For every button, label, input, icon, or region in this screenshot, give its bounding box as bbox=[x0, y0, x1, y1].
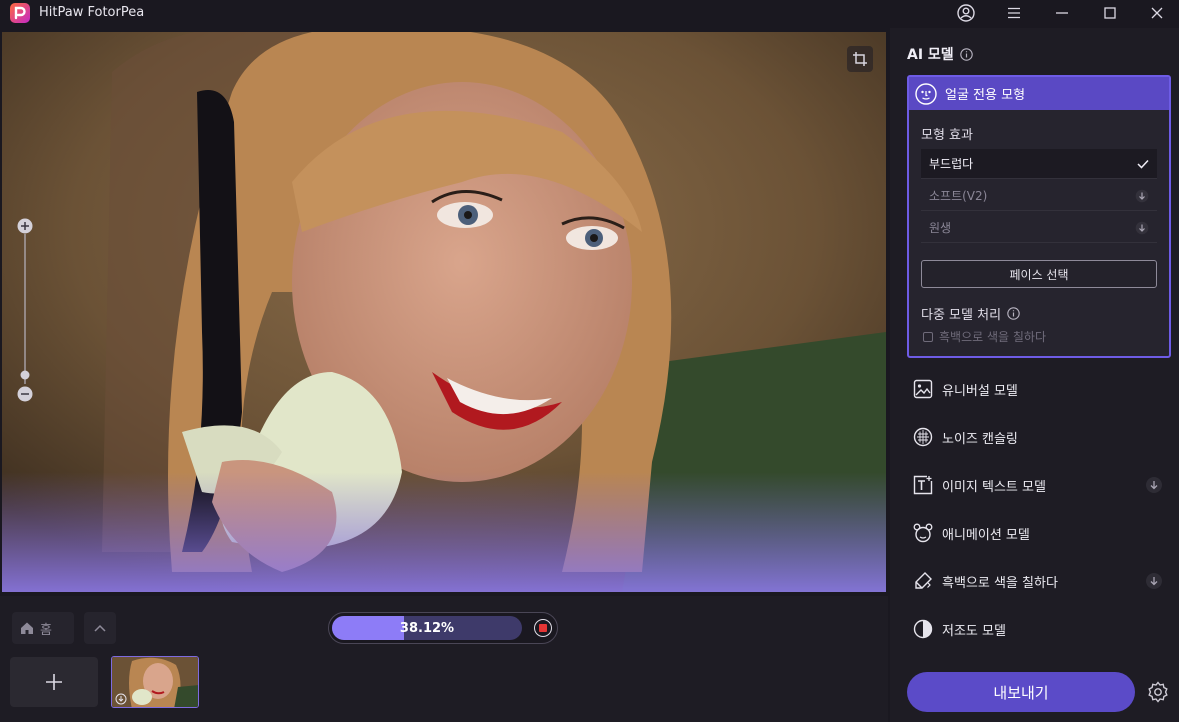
model-colorize[interactable]: 흑백으로 색을 칠하다 bbox=[913, 565, 1163, 597]
preview-photo bbox=[2, 32, 886, 592]
zoom-handle bbox=[20, 370, 30, 380]
close-icon bbox=[1151, 7, 1163, 19]
low-light-icon bbox=[913, 619, 933, 639]
model-low-light[interactable]: 저조도 모델 bbox=[913, 613, 1163, 645]
model-animation[interactable]: 애니메이션 모델 bbox=[913, 517, 1163, 549]
model-universal[interactable]: 유니버설 모델 bbox=[913, 373, 1163, 405]
info-icon[interactable] bbox=[1007, 307, 1020, 320]
check-icon bbox=[1137, 159, 1149, 169]
multi-model-label: 다중 모델 처리 bbox=[921, 304, 1020, 323]
colorize-checkbox[interactable]: 흑백으로 색을 칠하다 bbox=[923, 328, 1046, 345]
face-model-title: 얼굴 전용 모형 bbox=[945, 88, 1026, 103]
noise-icon bbox=[913, 427, 933, 447]
bottom-toolbar: 홈 38.12% bbox=[0, 596, 888, 722]
crop-icon bbox=[853, 52, 867, 66]
info-icon[interactable] bbox=[959, 47, 973, 61]
image-thumbnail[interactable] bbox=[111, 656, 199, 708]
image-icon bbox=[913, 379, 933, 399]
checkbox-box[interactable] bbox=[923, 331, 933, 342]
account-button[interactable] bbox=[944, 0, 988, 26]
zoom-in-icon bbox=[17, 218, 33, 234]
face-select-button[interactable]: 페이스 선택 bbox=[921, 260, 1157, 288]
menu-button[interactable] bbox=[992, 0, 1036, 26]
plus-icon bbox=[46, 674, 62, 690]
close-button[interactable] bbox=[1135, 0, 1179, 26]
face-model-header[interactable]: 얼굴 전용 모형 bbox=[909, 77, 1169, 110]
minimize-button[interactable] bbox=[1040, 0, 1084, 26]
app-title: HitPaw FotorPea bbox=[39, 5, 145, 20]
download-icon[interactable] bbox=[1145, 572, 1163, 590]
zoom-slider[interactable] bbox=[16, 218, 34, 402]
option-original[interactable]: 원생 bbox=[921, 213, 1157, 243]
panel-title: AI 모델 bbox=[907, 44, 973, 64]
title-bar: HitPaw FotorPea bbox=[0, 0, 1179, 26]
gear-icon bbox=[1148, 681, 1168, 703]
face-icon bbox=[915, 82, 937, 105]
home-icon bbox=[21, 622, 33, 634]
settings-button[interactable] bbox=[1146, 680, 1170, 704]
image-canvas[interactable] bbox=[2, 32, 886, 592]
add-image-button[interactable] bbox=[10, 657, 98, 707]
download-icon[interactable] bbox=[1145, 476, 1163, 494]
download-icon[interactable] bbox=[1135, 221, 1149, 235]
stop-icon bbox=[539, 624, 547, 632]
face-model-card: 얼굴 전용 모형 모형 효과 부드럽다 소프트(V2) 원생 페이스 선택 다중… bbox=[907, 75, 1171, 358]
model-noise[interactable]: 노이즈 캔슬링 bbox=[913, 421, 1163, 453]
home-button[interactable]: 홈 bbox=[12, 612, 74, 644]
account-icon bbox=[957, 4, 975, 22]
export-button[interactable]: 내보내기 bbox=[907, 672, 1135, 712]
collapse-button[interactable] bbox=[84, 612, 116, 644]
crop-button[interactable] bbox=[847, 46, 873, 72]
processing-progress: 38.12% bbox=[328, 612, 558, 644]
maximize-button[interactable] bbox=[1088, 0, 1132, 26]
chevron-up-icon bbox=[94, 624, 106, 632]
model-effect-label: 모형 효과 bbox=[921, 128, 973, 143]
hitpaw-logo-icon bbox=[10, 3, 30, 23]
animation-icon bbox=[913, 523, 933, 543]
maximize-icon bbox=[1104, 7, 1116, 19]
option-soft[interactable]: 부드럽다 bbox=[921, 149, 1157, 179]
download-icon[interactable] bbox=[1135, 189, 1149, 203]
option-soft-v2[interactable]: 소프트(V2) bbox=[921, 181, 1157, 211]
menu-icon bbox=[1008, 7, 1020, 19]
minimize-icon bbox=[1056, 12, 1068, 14]
progress-percent: 38.12% bbox=[399, 620, 455, 636]
ai-model-panel: AI 모델 얼굴 전용 모형 모형 효과 부드럽다 소프트(V2) 원생 페이스… bbox=[890, 28, 1179, 722]
text-image-icon bbox=[913, 475, 933, 495]
stop-button[interactable] bbox=[534, 619, 552, 637]
model-image-text[interactable]: 이미지 텍스트 모델 bbox=[913, 469, 1163, 501]
zoom-out-icon bbox=[17, 386, 33, 402]
home-label: 홈 bbox=[40, 622, 52, 638]
colorize-icon bbox=[915, 572, 932, 589]
